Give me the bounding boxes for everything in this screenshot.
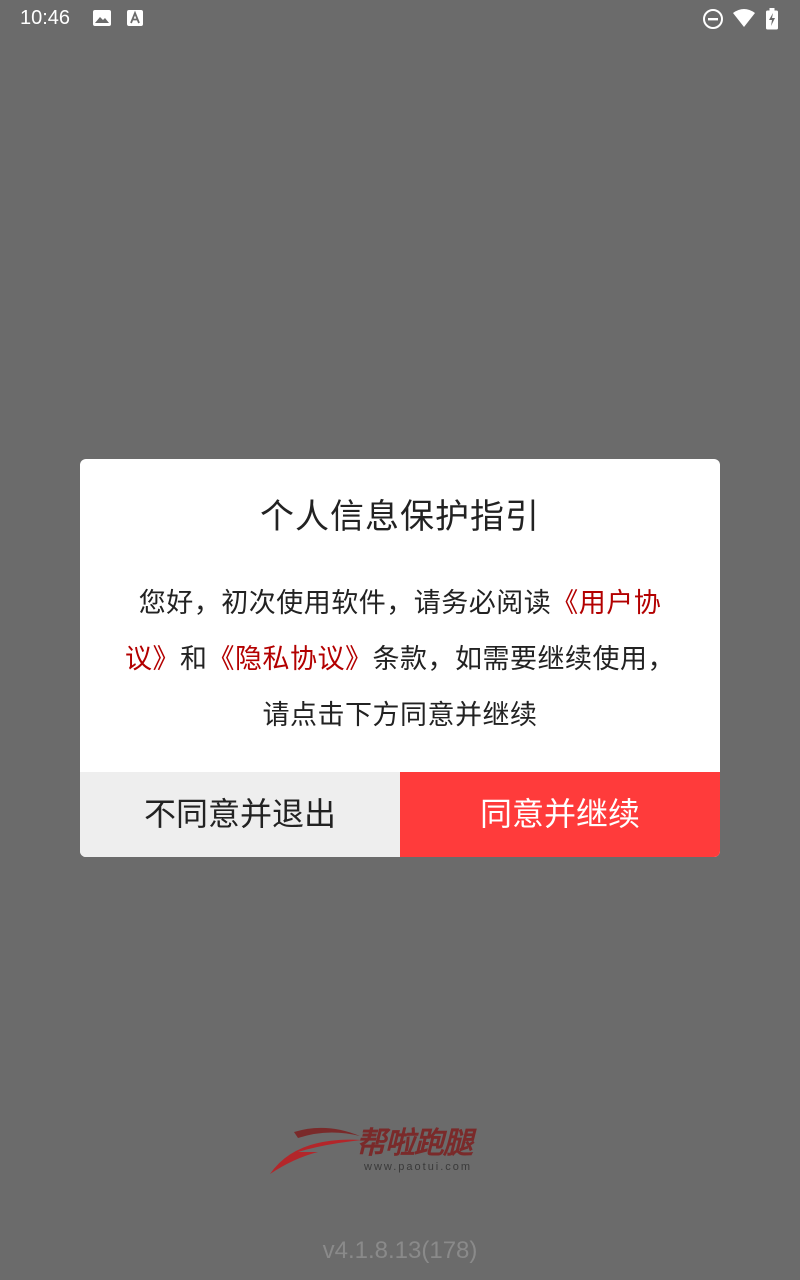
dialog-buttons: 不同意并退出 同意并继续	[80, 772, 720, 857]
app-version: v4.1.8.13(178)	[322, 1237, 478, 1264]
status-time: 10:46	[20, 7, 71, 29]
decline-exit-button[interactable]: 不同意并退出	[80, 772, 400, 857]
wifi-icon	[733, 9, 755, 27]
message-text: 您好，初次使用软件，请务必阅读	[138, 588, 552, 619]
status-bar: 10:46	[0, 0, 800, 36]
font-icon	[127, 10, 143, 26]
message-text: 和	[180, 644, 208, 675]
logo-swoosh-icon	[270, 1127, 362, 1174]
privacy-dialog: 个人信息保护指引 您好，初次使用软件，请务必阅读《用户协议》和《隐私协议》条款，…	[80, 459, 720, 857]
battery-charging-icon	[766, 8, 778, 30]
gallery-icon	[93, 10, 111, 26]
dialog-title: 个人信息保护指引	[260, 497, 540, 537]
dialog-message: 您好，初次使用软件，请务必阅读《用户协议》和《隐私协议》条款，如需要继续使用，请…	[120, 576, 680, 744]
app-logo: 帮啦跑腿 www.paotui.com	[268, 1122, 538, 1180]
logo-url: www.paotui.com	[364, 1161, 473, 1173]
do-not-disturb-icon	[703, 9, 723, 29]
privacy-agreement-link[interactable]: 《隐私协议》	[208, 644, 373, 675]
agree-continue-button[interactable]: 同意并继续	[400, 772, 720, 857]
logo-name: 帮啦跑腿	[356, 1126, 473, 1161]
